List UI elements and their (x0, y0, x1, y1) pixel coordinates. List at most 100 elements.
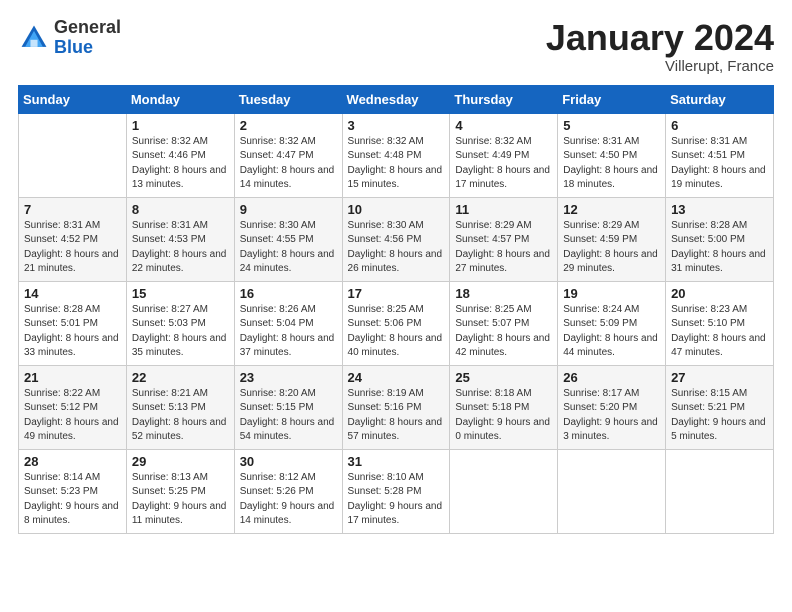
day-info: Sunrise: 8:23 AMSunset: 5:10 PMDaylight:… (671, 303, 768, 361)
day-cell: 1 Sunrise: 8:32 AMSunset: 4:46 PMDaylight… (126, 113, 234, 197)
calendar-table: SundayMondayTuesdayWednesdayThursdayFrid… (18, 85, 774, 534)
day-cell: 17 Sunrise: 8:25 AMSunset: 5:06 PMDayligh… (342, 281, 450, 365)
day-info: Sunrise: 8:17 AMSunset: 5:20 PMDaylight:… (563, 387, 660, 445)
page: General Blue January 2024 Villerupt, Fra… (0, 0, 792, 612)
week-row-0: 1 Sunrise: 8:32 AMSunset: 4:46 PMDaylight… (19, 113, 774, 197)
day-number: 11 (455, 202, 552, 217)
month-title: January 2024 (546, 18, 774, 58)
day-cell: 28Sunrise: 8:14 AMSunset: 5:23 PMDayligh… (19, 449, 127, 533)
day-cell: 7 Sunrise: 8:31 AMSunset: 4:52 PMDaylight… (19, 197, 127, 281)
weekday-wednesday: Wednesday (342, 85, 450, 113)
day-cell (666, 449, 774, 533)
day-info: Sunrise: 8:21 AMSunset: 5:13 PMDaylight:… (132, 387, 229, 445)
day-number: 17 (348, 286, 445, 301)
weekday-monday: Monday (126, 85, 234, 113)
day-number: 26 (563, 370, 660, 385)
day-cell: 15 Sunrise: 8:27 AMSunset: 5:03 PMDayligh… (126, 281, 234, 365)
weekday-tuesday: Tuesday (234, 85, 342, 113)
day-info: Sunrise: 8:26 AMSunset: 5:04 PMDaylight:… (240, 303, 337, 361)
day-cell: 27 Sunrise: 8:15 AMSunset: 5:21 PMDayligh… (666, 365, 774, 449)
day-number: 28 (24, 454, 121, 469)
day-info: Sunrise: 8:28 AMSunset: 5:01 PMDaylight:… (24, 303, 121, 361)
week-row-2: 14Sunrise: 8:28 AMSunset: 5:01 PMDayligh… (19, 281, 774, 365)
day-number: 15 (132, 286, 229, 301)
day-cell: 19Sunrise: 8:24 AMSunset: 5:09 PMDayligh… (558, 281, 666, 365)
day-info: Sunrise: 8:12 AMSunset: 5:26 PMDaylight:… (240, 471, 337, 529)
day-info: Sunrise: 8:31 AMSunset: 4:52 PMDaylight:… (24, 219, 121, 277)
day-cell: 4Sunrise: 8:32 AMSunset: 4:49 PMDaylight… (450, 113, 558, 197)
week-row-3: 21 Sunrise: 8:22 AMSunset: 5:12 PMDayligh… (19, 365, 774, 449)
day-cell: 30 Sunrise: 8:12 AMSunset: 5:26 PMDayligh… (234, 449, 342, 533)
day-info: Sunrise: 8:20 AMSunset: 5:15 PMDaylight:… (240, 387, 337, 445)
day-number: 1 (132, 118, 229, 133)
day-info: Sunrise: 8:25 AMSunset: 5:07 PMDaylight:… (455, 303, 552, 361)
weekday-sunday: Sunday (19, 85, 127, 113)
day-info: Sunrise: 8:30 AMSunset: 4:56 PMDaylight:… (348, 219, 445, 277)
day-info: Sunrise: 8:32 AMSunset: 4:46 PMDaylight:… (132, 135, 229, 193)
day-number: 30 (240, 454, 337, 469)
day-cell: 29 Sunrise: 8:13 AMSunset: 5:25 PMDayligh… (126, 449, 234, 533)
day-info: Sunrise: 8:18 AMSunset: 5:18 PMDaylight:… (455, 387, 552, 445)
day-number: 6 (671, 118, 768, 133)
day-number: 27 (671, 370, 768, 385)
day-number: 2 (240, 118, 337, 133)
logo-blue: Blue (54, 38, 121, 58)
day-number: 29 (132, 454, 229, 469)
day-number: 24 (348, 370, 445, 385)
day-info: Sunrise: 8:10 AMSunset: 5:28 PMDaylight:… (348, 471, 445, 529)
day-info: Sunrise: 8:31 AMSunset: 4:53 PMDaylight:… (132, 219, 229, 277)
day-number: 22 (132, 370, 229, 385)
day-info: Sunrise: 8:19 AMSunset: 5:16 PMDaylight:… (348, 387, 445, 445)
weekday-saturday: Saturday (666, 85, 774, 113)
day-number: 20 (671, 286, 768, 301)
day-cell: 21 Sunrise: 8:22 AMSunset: 5:12 PMDayligh… (19, 365, 127, 449)
day-info: Sunrise: 8:30 AMSunset: 4:55 PMDaylight:… (240, 219, 337, 277)
day-info: Sunrise: 8:24 AMSunset: 5:09 PMDaylight:… (563, 303, 660, 361)
day-cell: 3Sunrise: 8:32 AMSunset: 4:48 PMDaylight… (342, 113, 450, 197)
day-info: Sunrise: 8:13 AMSunset: 5:25 PMDaylight:… (132, 471, 229, 529)
day-number: 13 (671, 202, 768, 217)
day-number: 7 (24, 202, 121, 217)
day-info: Sunrise: 8:29 AMSunset: 4:57 PMDaylight:… (455, 219, 552, 277)
day-cell: 16Sunrise: 8:26 AMSunset: 5:04 PMDayligh… (234, 281, 342, 365)
day-cell: 9Sunrise: 8:30 AMSunset: 4:55 PMDaylight… (234, 197, 342, 281)
week-row-1: 7 Sunrise: 8:31 AMSunset: 4:52 PMDaylight… (19, 197, 774, 281)
day-cell: 24 Sunrise: 8:19 AMSunset: 5:16 PMDayligh… (342, 365, 450, 449)
day-info: Sunrise: 8:28 AMSunset: 5:00 PMDaylight:… (671, 219, 768, 277)
day-number: 10 (348, 202, 445, 217)
day-cell: 22 Sunrise: 8:21 AMSunset: 5:13 PMDayligh… (126, 365, 234, 449)
day-cell: 6 Sunrise: 8:31 AMSunset: 4:51 PMDaylight… (666, 113, 774, 197)
day-info: Sunrise: 8:15 AMSunset: 5:21 PMDaylight:… (671, 387, 768, 445)
day-info: Sunrise: 8:22 AMSunset: 5:12 PMDaylight:… (24, 387, 121, 445)
day-number: 5 (563, 118, 660, 133)
day-number: 12 (563, 202, 660, 217)
day-number: 8 (132, 202, 229, 217)
day-cell: 12 Sunrise: 8:29 AMSunset: 4:59 PMDayligh… (558, 197, 666, 281)
day-cell: 13 Sunrise: 8:28 AMSunset: 5:00 PMDayligh… (666, 197, 774, 281)
header: General Blue January 2024 Villerupt, Fra… (18, 18, 774, 75)
day-info: Sunrise: 8:31 AMSunset: 4:51 PMDaylight:… (671, 135, 768, 193)
day-cell: 2 Sunrise: 8:32 AMSunset: 4:47 PMDaylight… (234, 113, 342, 197)
logo-general: General (54, 18, 121, 38)
day-cell: 11 Sunrise: 8:29 AMSunset: 4:57 PMDayligh… (450, 197, 558, 281)
day-number: 25 (455, 370, 552, 385)
day-number: 4 (455, 118, 552, 133)
day-number: 21 (24, 370, 121, 385)
day-info: Sunrise: 8:27 AMSunset: 5:03 PMDaylight:… (132, 303, 229, 361)
day-info: Sunrise: 8:25 AMSunset: 5:06 PMDaylight:… (348, 303, 445, 361)
weekday-thursday: Thursday (450, 85, 558, 113)
day-number: 23 (240, 370, 337, 385)
day-info: Sunrise: 8:31 AMSunset: 4:50 PMDaylight:… (563, 135, 660, 193)
day-cell: 26 Sunrise: 8:17 AMSunset: 5:20 PMDayligh… (558, 365, 666, 449)
day-cell: 10 Sunrise: 8:30 AMSunset: 4:56 PMDayligh… (342, 197, 450, 281)
day-cell: 23 Sunrise: 8:20 AMSunset: 5:15 PMDayligh… (234, 365, 342, 449)
day-cell: 31Sunrise: 8:10 AMSunset: 5:28 PMDayligh… (342, 449, 450, 533)
day-info: Sunrise: 8:32 AMSunset: 4:47 PMDaylight:… (240, 135, 337, 193)
weekday-friday: Friday (558, 85, 666, 113)
day-info: Sunrise: 8:29 AMSunset: 4:59 PMDaylight:… (563, 219, 660, 277)
logo: General Blue (18, 18, 121, 58)
weekday-header-row: SundayMondayTuesdayWednesdayThursdayFrid… (19, 85, 774, 113)
day-info: Sunrise: 8:32 AMSunset: 4:48 PMDaylight:… (348, 135, 445, 193)
logo-icon (18, 22, 50, 54)
day-cell (450, 449, 558, 533)
